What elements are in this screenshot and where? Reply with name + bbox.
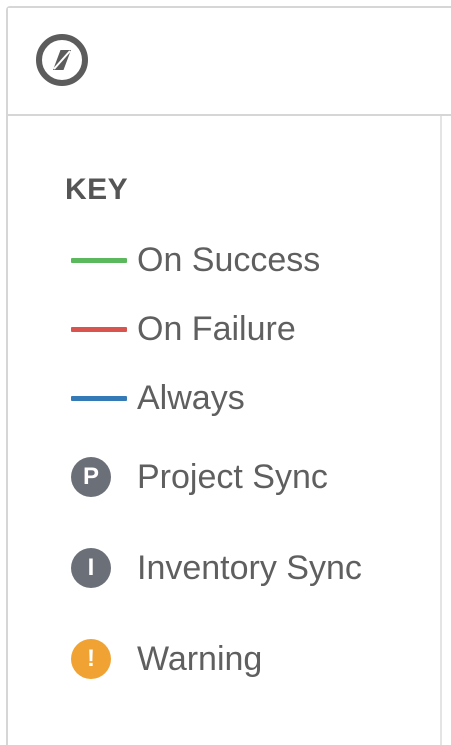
key-item-always: Always (65, 376, 425, 420)
key-label-warning: Warning (137, 640, 263, 678)
key-label-inventory-sync: Inventory Sync (137, 549, 362, 587)
inventory-sync-badge-icon: I (71, 548, 111, 588)
green-line-icon (71, 258, 127, 263)
compass-icon (36, 34, 88, 86)
key-label-always: Always (137, 379, 245, 417)
key-item-inventory-sync: I Inventory Sync (65, 546, 425, 590)
key-item-warning: ! Warning (65, 637, 425, 681)
toolbar (8, 8, 451, 116)
key-label-on-success: On Success (137, 241, 321, 279)
blue-line-icon (71, 396, 127, 401)
key-item-on-failure: On Failure (65, 307, 425, 351)
key-label-project-sync: Project Sync (137, 458, 328, 496)
red-line-icon (71, 327, 127, 332)
panel-divider (440, 116, 442, 745)
key-item-project-sync: P Project Sync (65, 455, 425, 499)
workflow-visualizer-panel: KEY On Success On Failure Always P Proje… (6, 6, 451, 745)
key-label-on-failure: On Failure (137, 310, 296, 348)
warning-badge-icon: ! (71, 639, 111, 679)
project-sync-badge-icon: P (71, 457, 111, 497)
key-item-on-success: On Success (65, 238, 425, 282)
key-title: KEY (65, 173, 129, 206)
compass-button[interactable] (35, 33, 89, 87)
